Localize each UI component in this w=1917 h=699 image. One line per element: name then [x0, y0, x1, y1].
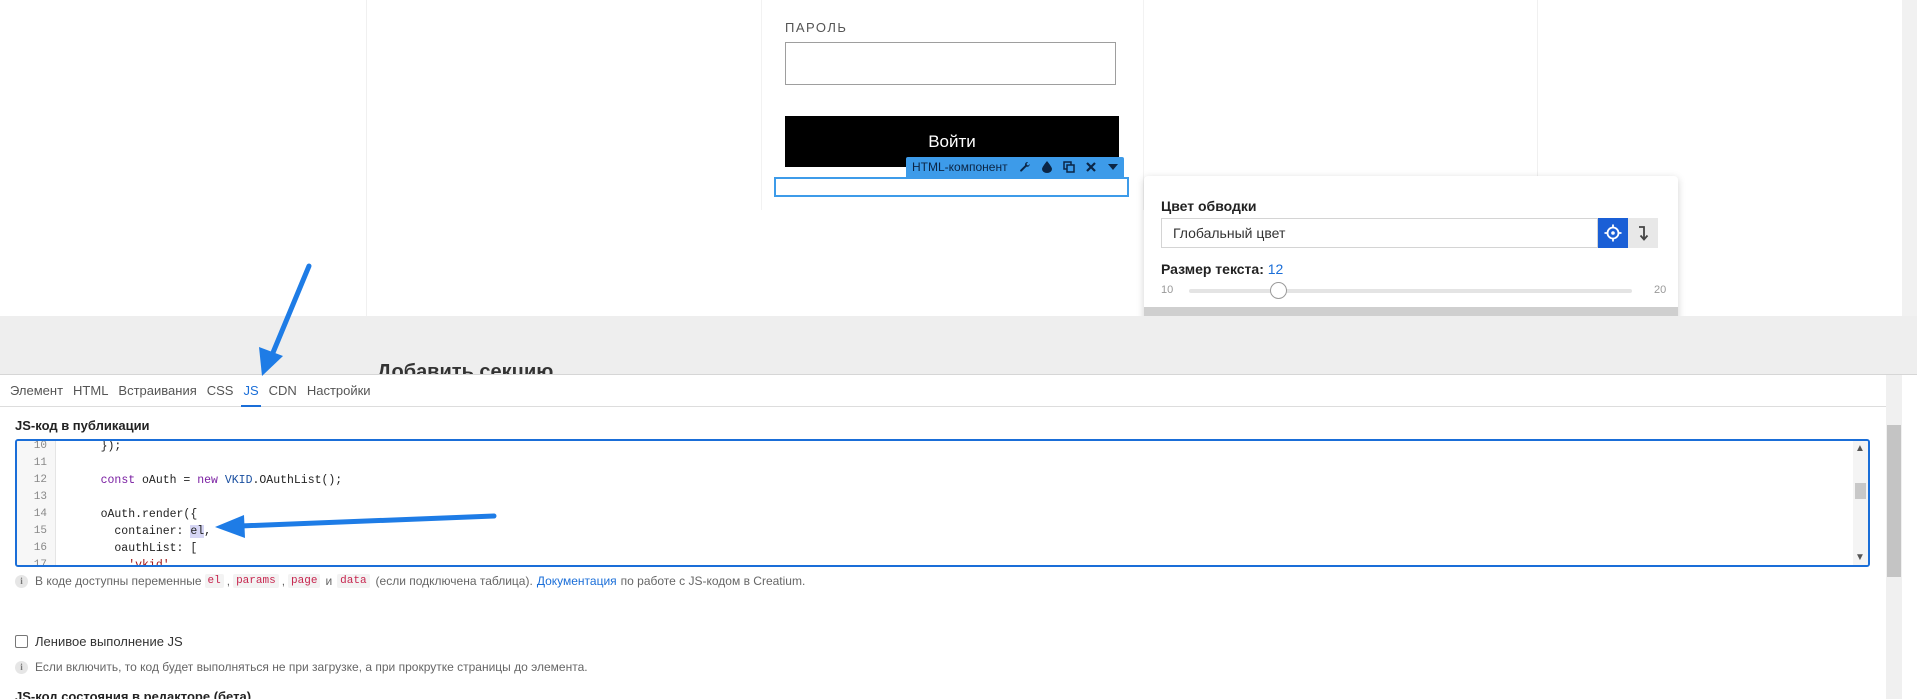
- code-line[interactable]: 13: [17, 489, 1847, 506]
- tab-cdn[interactable]: CDN: [264, 375, 302, 406]
- close-icon[interactable]: [1080, 157, 1102, 177]
- text-size-value: 12: [1267, 261, 1284, 277]
- lazy-js-hint: i Если включить, то код будет выполнятьс…: [15, 660, 588, 674]
- scroll-down-icon[interactable]: ▼: [1855, 552, 1865, 563]
- var-page: page: [288, 574, 321, 588]
- text-size-max: 20: [1654, 284, 1667, 296]
- line-number: 16: [33, 542, 47, 554]
- tab-css[interactable]: CSS: [202, 375, 239, 406]
- line-number: 10: [33, 440, 47, 452]
- lazy-js-checkbox[interactable]: [15, 635, 28, 648]
- tab-js[interactable]: JS: [238, 375, 263, 407]
- turn-down-icon: [1639, 226, 1649, 241]
- tab-element[interactable]: Элемент: [5, 375, 68, 406]
- scroll-up-icon[interactable]: ▲: [1855, 443, 1865, 454]
- lazy-js-label[interactable]: Ленивое выполнение JS: [35, 634, 183, 649]
- js-variables-hint: i В коде доступны переменные el, params,…: [15, 574, 805, 588]
- info-icon: i: [15, 660, 28, 674]
- code-scroll-thumb[interactable]: [1855, 483, 1866, 499]
- line-number: 12: [33, 474, 47, 486]
- element-editor-panel: Элемент HTML Встраивания CSS JS CDN Наст…: [0, 374, 1917, 699]
- code-line[interactable]: 11: [17, 455, 1847, 472]
- var-el: el: [204, 574, 224, 588]
- var-params: params: [233, 574, 279, 588]
- crosshair-icon: [1604, 224, 1622, 242]
- text-size-slider-track[interactable]: [1189, 289, 1632, 293]
- code-line[interactable]: 17 'vkid',: [17, 557, 1847, 567]
- html-component-toolbar: HTML-компонент: [906, 157, 1124, 177]
- caret-down-icon[interactable]: [1102, 157, 1124, 177]
- hint-mid: (если подключена таблица).: [375, 574, 533, 588]
- tab-embeds[interactable]: Встраивания: [113, 375, 201, 406]
- code-text[interactable]: const oAuth = new VKID.OAuthList();: [73, 472, 343, 489]
- text-size-caption: Размер текста:: [1161, 261, 1264, 277]
- line-number: 13: [33, 491, 47, 503]
- canvas-footer-band: [0, 316, 1917, 374]
- js-editor-state-heading: JS-код состояния в редакторе (бета): [15, 689, 252, 699]
- line-number: 17: [33, 559, 47, 567]
- panel-scrollbar-thumb[interactable]: [1887, 425, 1901, 577]
- documentation-link[interactable]: Документация: [537, 574, 617, 588]
- code-text[interactable]: });: [73, 441, 122, 455]
- password-label: ПАРОЛЬ: [785, 20, 848, 35]
- hint-suffix: по работе с JS-кодом в Creatium.: [620, 574, 806, 588]
- tab-html[interactable]: HTML: [68, 375, 113, 406]
- stroke-color-select[interactable]: Глобальный цвет: [1161, 218, 1598, 248]
- tab-settings[interactable]: Настройки: [302, 375, 376, 406]
- js-code-editor[interactable]: 10 }); 11 12 const oAuth = new VKID.OAuthL…: [15, 439, 1870, 567]
- text-size-slider-thumb[interactable]: [1269, 282, 1287, 299]
- line-number: 11: [33, 457, 47, 469]
- code-text[interactable]: oAuth.render({: [73, 506, 198, 523]
- js-publication-heading: JS-код в публикации: [15, 418, 150, 433]
- code-line[interactable]: 10 });: [17, 440, 1847, 455]
- info-icon: i: [15, 574, 28, 588]
- code-text[interactable]: container: el,: [73, 523, 211, 540]
- html-component-frame[interactable]: [774, 177, 1129, 197]
- drop-icon[interactable]: [1036, 157, 1058, 177]
- stroke-color-title: Цвет обводки: [1161, 198, 1257, 214]
- var-data: data: [337, 574, 370, 588]
- code-text[interactable]: 'vkid',: [73, 557, 176, 565]
- wrench-icon[interactable]: [1014, 157, 1036, 177]
- canvas-scroll-strip: [1902, 0, 1917, 316]
- password-input[interactable]: [785, 42, 1116, 85]
- code-line[interactable]: 15 container: el,: [17, 523, 1847, 540]
- text-size-label: Размер текста: 12: [1161, 261, 1283, 277]
- line-number: 15: [33, 525, 47, 537]
- code-line[interactable]: 16 oauthList: [: [17, 540, 1847, 557]
- color-picker-button[interactable]: [1598, 218, 1628, 248]
- hint-and: и: [325, 574, 333, 588]
- editor-tabs: Элемент HTML Встраивания CSS JS CDN Наст…: [0, 375, 1886, 407]
- text-size-min: 10: [1161, 284, 1174, 296]
- lazy-js-option[interactable]: Ленивое выполнение JS: [15, 634, 183, 649]
- copy-icon[interactable]: [1058, 157, 1080, 177]
- hint-prefix: В коде доступны переменные: [35, 574, 202, 588]
- code-scrollbar[interactable]: ▲ ▼: [1853, 441, 1868, 565]
- add-section-label[interactable]: Добавить секцию: [377, 358, 553, 374]
- code-line[interactable]: 14 oAuth.render({: [17, 506, 1847, 523]
- html-component-label[interactable]: HTML-компонент: [906, 160, 1014, 174]
- line-number: 14: [33, 508, 47, 520]
- code-text[interactable]: oauthList: [: [73, 540, 197, 557]
- reset-arrow-button[interactable]: [1628, 218, 1658, 248]
- code-line[interactable]: 12 const oAuth = new VKID.OAuthList();: [17, 472, 1847, 489]
- lazy-hint-text: Если включить, то код будет выполняться …: [35, 660, 588, 674]
